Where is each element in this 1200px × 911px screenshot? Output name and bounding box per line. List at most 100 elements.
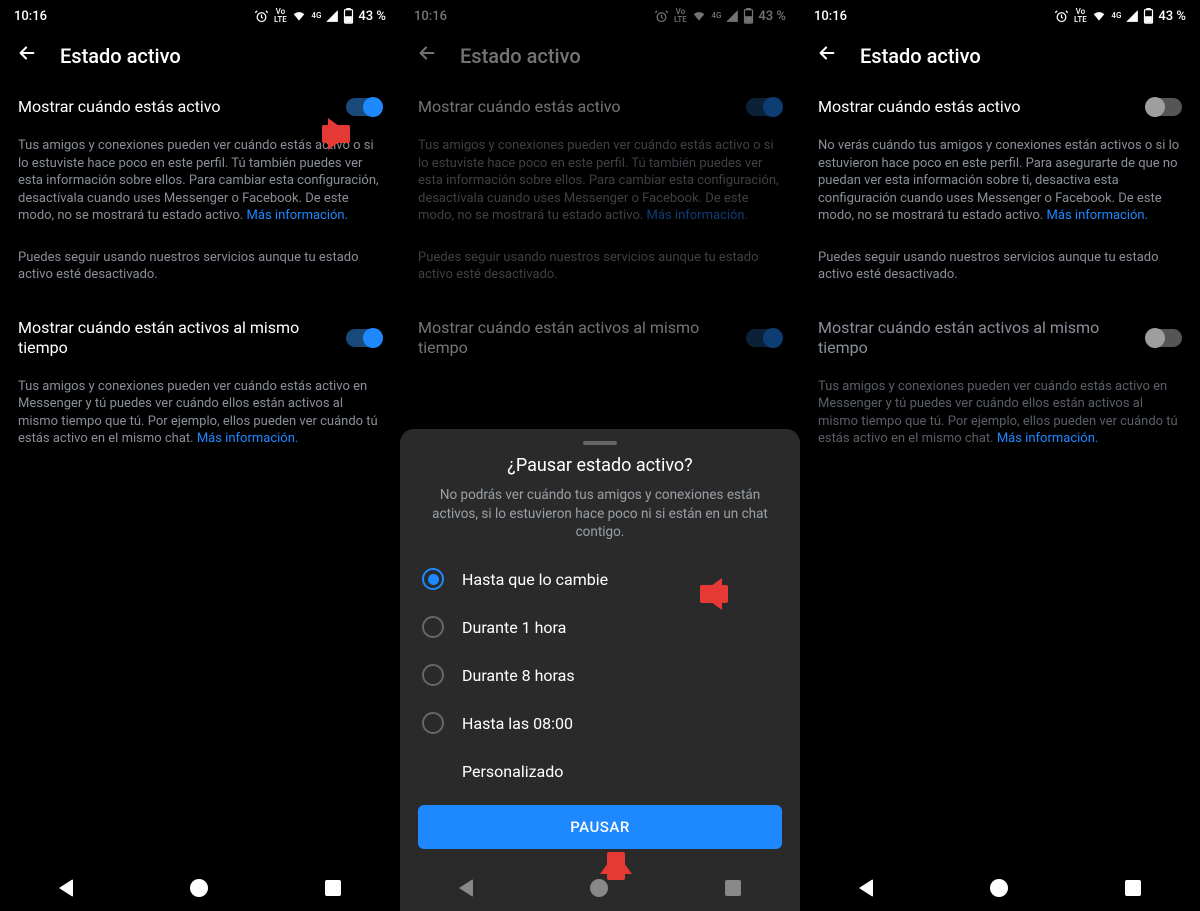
show-active-label: Mostrar cuándo estás activo <box>818 97 1134 117</box>
battery-icon <box>1143 8 1154 24</box>
show-same-time-toggle[interactable] <box>346 329 382 347</box>
nav-back-icon[interactable] <box>59 879 73 897</box>
wifi-icon <box>691 9 707 23</box>
radio-label: Personalizado <box>462 762 563 781</box>
radio-icon <box>422 664 444 686</box>
annotation-arrow-pause-button <box>600 852 632 874</box>
nav-back-icon[interactable] <box>459 879 473 897</box>
radio-label: Durante 8 horas <box>462 666 575 685</box>
phone-screen-1: 10:16 Vo LTE 4G 43 % Estado activo Mostr… <box>0 0 400 911</box>
nav-recents-icon[interactable] <box>725 880 741 896</box>
signal-icon <box>725 9 739 23</box>
android-navbar <box>800 865 1200 911</box>
page-header: Estado activo <box>400 28 800 87</box>
nav-home-icon[interactable] <box>990 879 1008 897</box>
back-icon[interactable] <box>816 42 838 69</box>
phone-screen-3: 10:16 Vo LTE 4G 43 % Estado activo Mostr… <box>800 0 1200 911</box>
alarm-icon <box>254 9 269 24</box>
signal-icon <box>325 9 339 23</box>
nav-home-icon[interactable] <box>590 879 608 897</box>
radio-label: Durante 1 hora <box>462 618 566 637</box>
pause-active-sheet: ¿Pausar estado activo? No podrás ver cuá… <box>400 429 800 865</box>
show-active-desc: No verás cuándo tus amigos y conexiones … <box>800 127 1200 239</box>
annotation-arrow-option <box>700 578 722 610</box>
wifi-icon <box>291 9 307 23</box>
pause-option-1h[interactable]: Durante 1 hora <box>418 603 782 651</box>
sheet-title: ¿Pausar estado activo? <box>418 455 782 476</box>
network-4g-icon: 4G <box>311 12 321 20</box>
status-bar: 10:16 Vo LTE 4G 43 % <box>800 0 1200 28</box>
back-icon[interactable] <box>16 42 38 69</box>
more-info-link-2[interactable]: Más información. <box>197 431 299 446</box>
radio-icon <box>422 712 444 734</box>
show-same-time-toggle[interactable] <box>746 329 782 347</box>
show-same-time-toggle-row: Mostrar cuándo están activos al mismo ti… <box>800 308 1200 368</box>
status-time: 10:16 <box>14 9 47 24</box>
status-bar: 10:16 Vo LTE 4G 43 % <box>0 0 400 28</box>
annotation-arrow-toggle <box>328 118 350 150</box>
show-active-toggle[interactable] <box>1146 98 1182 116</box>
volte-icon: Vo LTE <box>273 8 287 24</box>
show-active-label: Mostrar cuándo estás activo <box>418 97 734 117</box>
show-same-time-toggle-row: Mostrar cuándo están activos al mismo ti… <box>400 308 800 368</box>
show-same-time-label: Mostrar cuándo están activos al mismo ti… <box>818 318 1134 358</box>
wifi-icon <box>1091 9 1107 23</box>
nav-back-icon[interactable] <box>859 879 873 897</box>
pause-option-custom[interactable]: Personalizado <box>418 747 782 795</box>
more-info-link[interactable]: Más información. <box>1047 208 1149 223</box>
radio-label: Hasta las 08:00 <box>462 714 573 733</box>
page-title: Estado activo <box>860 44 981 68</box>
show-same-time-desc: Tus amigos y conexiones pueden ver cuánd… <box>0 368 400 462</box>
battery-icon <box>343 8 354 24</box>
radio-label: Hasta que lo cambie <box>462 570 608 589</box>
battery-icon <box>743 8 754 24</box>
android-navbar <box>0 865 400 911</box>
status-right: Vo LTE 4G 43 % <box>254 8 386 24</box>
nav-home-icon[interactable] <box>190 879 208 897</box>
battery-pct: 43 % <box>758 9 786 24</box>
status-right: Vo LTE 4G 43 % <box>1054 8 1186 24</box>
nav-recents-icon[interactable] <box>1125 880 1141 896</box>
network-4g-icon: 4G <box>711 12 721 20</box>
show-active-desc-2: Puedes seguir usando nuestros servicios … <box>800 239 1200 298</box>
show-same-time-toggle-row: Mostrar cuándo están activos al mismo ti… <box>0 308 400 368</box>
show-same-time-desc: Tus amigos y conexiones pueden ver cuánd… <box>800 368 1200 462</box>
phone-screen-2: 10:16 Vo LTE 4G 43 % Estado activo Mostr… <box>400 0 800 911</box>
sheet-drag-handle[interactable] <box>583 441 617 445</box>
sheet-desc: No podrás ver cuándo tus amigos y conexi… <box>418 486 782 555</box>
page-header: Estado activo <box>0 28 400 87</box>
show-active-toggle[interactable] <box>746 98 782 116</box>
alarm-icon <box>654 9 669 24</box>
show-active-desc-2: Puedes seguir usando nuestros servicios … <box>400 239 800 298</box>
pause-option-until-0800[interactable]: Hasta las 08:00 <box>418 699 782 747</box>
nav-recents-icon[interactable] <box>325 880 341 896</box>
status-time: 10:16 <box>814 9 847 24</box>
show-active-desc: Tus amigos y conexiones pueden ver cuánd… <box>400 127 800 239</box>
pause-button[interactable]: PAUSAR <box>418 805 782 849</box>
network-4g-icon: 4G <box>1111 12 1121 20</box>
show-same-time-toggle[interactable] <box>1146 329 1182 347</box>
pause-option-8h[interactable]: Durante 8 horas <box>418 651 782 699</box>
show-active-toggle[interactable] <box>346 98 382 116</box>
show-active-toggle-row: Mostrar cuándo estás activo <box>800 87 1200 127</box>
show-same-time-label: Mostrar cuándo están activos al mismo ti… <box>418 318 734 358</box>
signal-icon <box>1125 9 1139 23</box>
show-same-time-label: Mostrar cuándo están activos al mismo ti… <box>18 318 334 358</box>
more-info-link[interactable]: Más información. <box>647 208 749 223</box>
status-time: 10:16 <box>414 9 447 24</box>
show-active-label: Mostrar cuándo estás activo <box>18 97 334 117</box>
page-header: Estado activo <box>800 28 1200 87</box>
battery-pct: 43 % <box>1158 9 1186 24</box>
page-title: Estado activo <box>460 44 581 68</box>
back-icon[interactable] <box>416 42 438 69</box>
show-active-toggle-row: Mostrar cuándo estás activo <box>400 87 800 127</box>
more-info-link-2[interactable]: Más información. <box>997 431 1099 446</box>
battery-pct: 43 % <box>358 9 386 24</box>
radio-icon <box>422 616 444 638</box>
alarm-icon <box>1054 9 1069 24</box>
radio-spacer <box>422 760 444 782</box>
radio-icon <box>422 568 444 590</box>
status-right: Vo LTE 4G 43 % <box>654 8 786 24</box>
page-title: Estado activo <box>60 44 181 68</box>
more-info-link[interactable]: Más información. <box>247 208 349 223</box>
